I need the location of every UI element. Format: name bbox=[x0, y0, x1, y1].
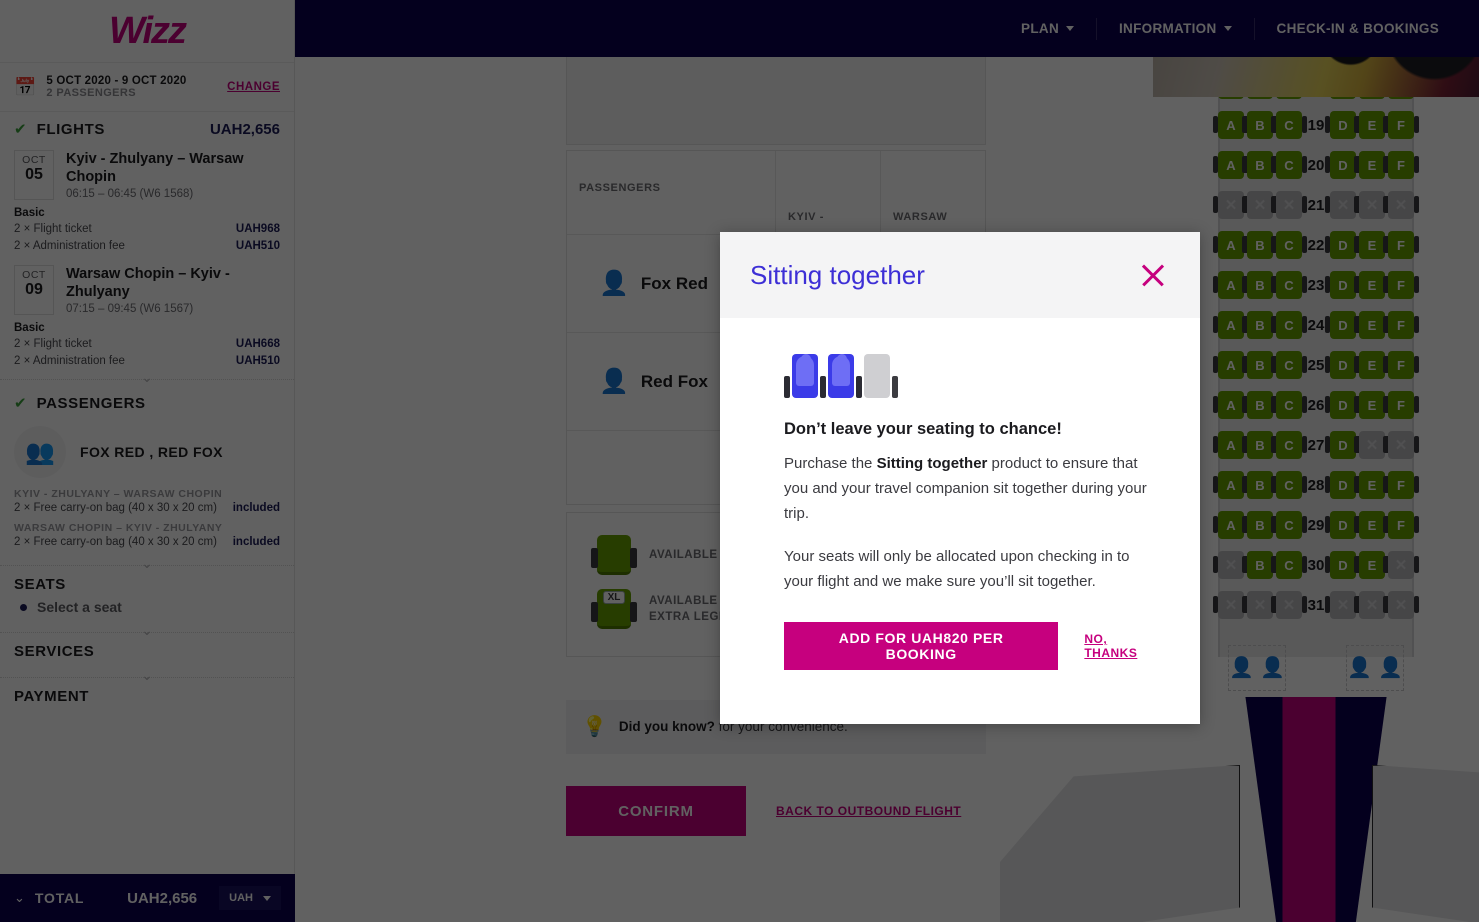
sitting-together-seats-icon bbox=[784, 346, 1158, 398]
armrest bbox=[856, 376, 862, 398]
close-icon[interactable] bbox=[1136, 258, 1170, 292]
armrest bbox=[892, 376, 898, 398]
seat-occupied bbox=[828, 354, 854, 398]
seat-occupied bbox=[792, 354, 818, 398]
paragraph-bold: Sitting together bbox=[876, 455, 988, 472]
modal-header: Sitting together bbox=[720, 232, 1200, 318]
no-thanks-link[interactable]: NO, THANKS bbox=[1084, 632, 1158, 660]
sitting-together-modal: Sitting together Don’t leave your seatin… bbox=[720, 232, 1200, 724]
modal-actions: ADD FOR UAH820 PER BOOKING NO, THANKS bbox=[784, 622, 1158, 670]
modal-title: Sitting together bbox=[750, 259, 925, 290]
modal-body: Don’t leave your seating to chance! Purc… bbox=[720, 318, 1200, 670]
paragraph-pre: Purchase the bbox=[784, 455, 877, 472]
modal-paragraph-2: Your seats will only be allocated upon c… bbox=[784, 548, 1130, 590]
seat-empty bbox=[864, 354, 890, 398]
armrest bbox=[784, 376, 790, 398]
add-sitting-together-button[interactable]: ADD FOR UAH820 PER BOOKING bbox=[784, 622, 1059, 670]
armrest bbox=[820, 376, 826, 398]
modal-paragraph-1: Purchase the Sitting together product to… bbox=[784, 451, 1158, 526]
modal-heading: Don’t leave your seating to chance! bbox=[784, 420, 1062, 438]
app-root: ABC18DEFABC19DEFABC20DEF✕✕✕21✕✕✕ABC22DEF… bbox=[0, 0, 1479, 922]
